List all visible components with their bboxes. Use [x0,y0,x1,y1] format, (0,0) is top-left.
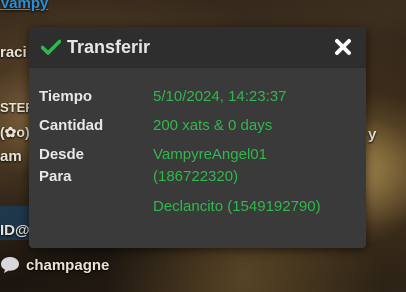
chat-item-label: champagne [26,256,110,274]
background-username[interactable]: Vampy [0,0,48,12]
label-tiempo: Tiempo [39,88,93,105]
background-text-y: y [368,126,377,143]
dialog-header: Transferir [29,27,366,68]
label-cantidad: Cantidad [39,117,104,134]
value-desde: VampyreAngel01 [153,146,267,163]
value-cantidad: 200 xats & 0 days [153,117,273,134]
background-text-co: (✿o) [0,124,30,140]
row-cantidad: Cantidad 200 xats & 0 days [39,115,356,137]
label-para: Para [39,168,72,185]
dialog-body: Tiempo 5/10/2024, 14:23:37 Cantidad 200 … [29,68,366,218]
chat-bubble-icon [0,256,20,274]
background-text-am: am [0,148,22,165]
close-icon [335,39,351,55]
dialog-title: Transferir [67,36,151,57]
chat-item[interactable]: champagne [0,256,109,274]
row-para-value: Declancito (1549192790) [39,196,356,218]
check-icon [41,37,61,57]
value-para: Declancito (1549192790) [153,198,321,215]
background-text-id: ID@ [0,222,30,239]
close-button[interactable] [332,36,354,58]
value-tiempo: 5/10/2024, 14:23:37 [153,88,287,105]
row-para: Para (186722320) [39,166,356,188]
label-empty [39,196,153,218]
row-tiempo: Tiempo 5/10/2024, 14:23:37 [39,86,356,108]
row-desde: Desde VampyreAngel01 [39,144,356,166]
value-desde-id: (186722320) [153,168,239,185]
background-text-raci: raci [0,44,27,61]
label-desde: Desde [39,146,85,163]
transfer-dialog: Transferir Tiempo 5/10/2024, 14:23:37 Ca… [29,27,366,248]
